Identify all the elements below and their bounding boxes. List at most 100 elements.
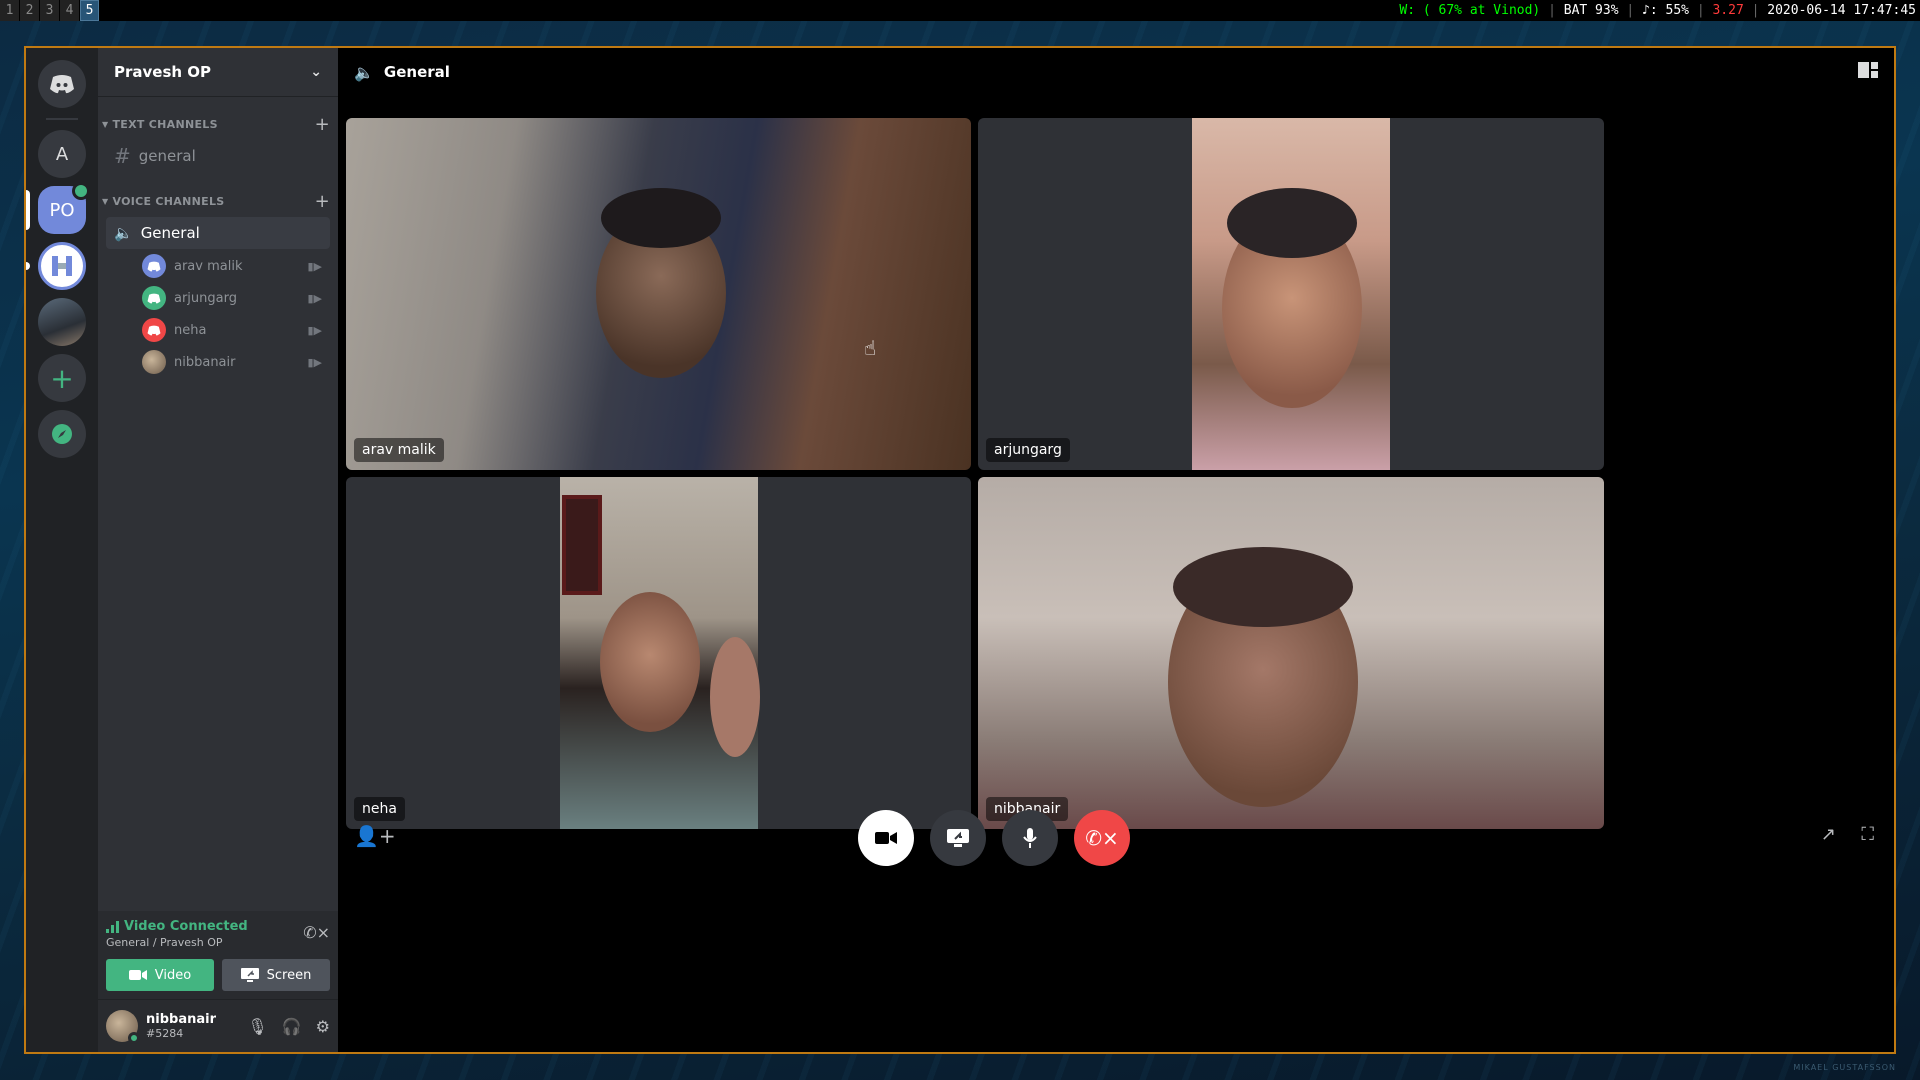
rtc-top: Video Connected General / Pravesh OP ✆× (106, 919, 330, 949)
username: nibbanair (146, 1012, 216, 1027)
workspace-1[interactable]: 1 (0, 0, 19, 21)
workspace-5[interactable]: 5 (80, 0, 99, 21)
workspace-4[interactable]: 4 (60, 0, 79, 21)
participant-video (1192, 118, 1390, 470)
server-po-label: PO (49, 199, 75, 221)
call-controls: ✆× (338, 810, 1894, 866)
server-h[interactable] (38, 242, 86, 290)
discord-logo-icon (147, 261, 161, 271)
signal-icon (106, 920, 119, 933)
h-logo-icon (52, 256, 72, 276)
channel-general-text[interactable]: # general (106, 140, 330, 172)
disconnect-icon[interactable]: ✆× (303, 923, 330, 942)
connection-location: General / Pravesh OP (106, 936, 223, 949)
caret-down-icon: ▼ (102, 120, 109, 129)
datetime: 2020-06-14 17:47:45 (1767, 3, 1916, 18)
voice-user[interactable]: nibbanair ▮▶ (134, 346, 330, 378)
video-icon: ▮▶ (307, 355, 322, 369)
camera-toggle-button[interactable] (858, 810, 914, 866)
category-voice-channels[interactable]: ▼ VOICE CHANNELS + (98, 173, 338, 216)
headphones-icon[interactable]: 🎧 (282, 1017, 302, 1036)
video-button[interactable]: Video (106, 959, 214, 991)
unread-pill (26, 262, 30, 270)
camera-icon (128, 970, 147, 980)
voice-user-name: arjungarg (174, 290, 237, 306)
server-a[interactable]: A (38, 130, 86, 178)
caret-down-icon: ▼ (102, 197, 109, 206)
channel-label: general (138, 147, 196, 165)
workspace-3[interactable]: 3 (40, 0, 59, 21)
add-server-button[interactable]: + (38, 354, 86, 402)
video-tile[interactable]: arjungarg (978, 118, 1604, 470)
status-separator: | (1618, 3, 1643, 18)
server-photo[interactable] (38, 298, 86, 346)
avatar[interactable] (106, 1010, 140, 1044)
mute-button[interactable] (1002, 810, 1058, 866)
microphone-icon[interactable]: 🎙 (247, 1017, 267, 1036)
fullscreen-icon[interactable]: ⛶ (1861, 824, 1874, 845)
rtc-info[interactable]: Video Connected General / Pravesh OP (106, 919, 248, 949)
speaker-icon: 🔈 (114, 224, 133, 242)
screen-share-button[interactable]: Screen (222, 959, 330, 991)
call-channel-title: General (383, 63, 450, 81)
battery-status: BAT 93% (1563, 3, 1619, 18)
category-label: VOICE CHANNELS (112, 195, 225, 208)
voice-user-name: arav malik (174, 258, 243, 274)
participant-video (560, 477, 760, 829)
voice-user[interactable]: arjungarg ▮▶ (134, 282, 330, 314)
server-list: A PO + (26, 48, 98, 1052)
gear-icon[interactable]: ⚙ (316, 1017, 330, 1036)
video-call-area: 🔈 General arav malik arjungarg neha nibb… (338, 48, 1894, 1052)
video-icon: ▮▶ (307, 291, 322, 305)
category-text-channels[interactable]: ▼ TEXT CHANNELS + (98, 96, 338, 139)
voice-user[interactable]: neha ▮▶ (134, 314, 330, 346)
user-tag: #5284 (146, 1027, 184, 1040)
popout-icon[interactable]: ↗ (1821, 824, 1836, 845)
volume-status: ♪: 55% (1642, 3, 1689, 18)
video-button-label: Video (154, 967, 192, 983)
home-button[interactable] (38, 60, 86, 108)
voice-user[interactable]: arav malik ▮▶ (134, 250, 330, 282)
avatar (142, 318, 166, 342)
active-server-pill (26, 190, 30, 230)
hang-up-icon: ✆× (1085, 826, 1119, 850)
video-tile[interactable]: nibbanair (978, 477, 1604, 829)
video-icon: ▮▶ (307, 323, 322, 337)
user-info[interactable]: nibbanair #5284 (146, 1012, 216, 1040)
server-header[interactable]: Pravesh OP ⌄ (98, 48, 338, 96)
server-h-wrap (26, 242, 86, 290)
screen-share-toggle-button[interactable] (930, 810, 986, 866)
participant-video-hair (601, 188, 721, 248)
add-channel-icon[interactable]: + (315, 191, 330, 212)
category-label: TEXT CHANNELS (112, 118, 218, 131)
video-tile[interactable]: arav malik (346, 118, 971, 470)
discord-logo-icon (147, 325, 161, 335)
channel-label: General (140, 224, 200, 242)
avatar (142, 350, 166, 374)
server-pravesh-op[interactable]: PO (38, 182, 90, 234)
voice-badge (72, 182, 90, 200)
workspace-2[interactable]: 2 (20, 0, 39, 21)
leave-call-button[interactable]: ✆× (1074, 810, 1130, 866)
online-status-dot (128, 1032, 140, 1044)
rtc-buttons: Video Screen (106, 959, 330, 991)
server-po-wrap: PO (26, 182, 90, 234)
hash-icon: # (114, 144, 131, 168)
wall-painting (562, 495, 602, 595)
video-tile[interactable]: neha (346, 477, 971, 829)
discord-logo-icon (50, 75, 74, 94)
screen-share-icon (947, 829, 969, 847)
status-separator: | (1743, 3, 1768, 18)
channel-general-voice[interactable]: 🔈 General (106, 217, 330, 249)
workspace-switcher: 1 2 3 4 5 (0, 0, 100, 21)
add-channel-icon[interactable]: + (315, 114, 330, 135)
layout-toggle-icon[interactable] (1858, 62, 1878, 82)
avatar (142, 254, 166, 278)
explore-servers-button[interactable] (38, 410, 86, 458)
wallpaper-credit: MIKAEL GUSTAFSSON (1793, 1063, 1896, 1072)
participant-face (600, 592, 700, 732)
connection-status: Video Connected (106, 919, 248, 934)
screen-share-icon (240, 968, 259, 982)
video-tile-label: arjungarg (986, 438, 1070, 462)
